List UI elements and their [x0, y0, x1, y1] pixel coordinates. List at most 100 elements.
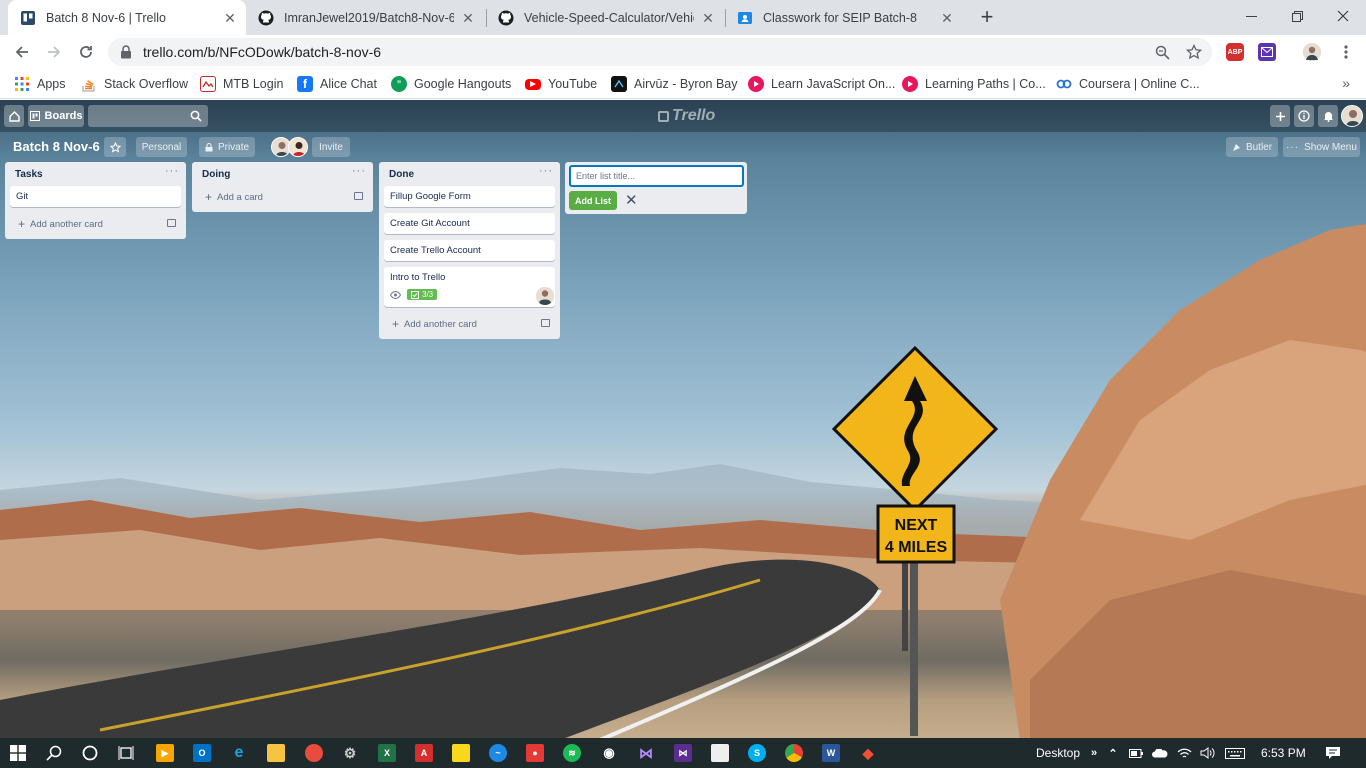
- action-center-icon[interactable]: [1324, 744, 1342, 762]
- settings-gear-icon[interactable]: ⚙: [341, 744, 359, 762]
- bookmarks-overflow-icon[interactable]: »: [1342, 75, 1350, 91]
- task-view-icon[interactable]: [117, 744, 135, 762]
- bookmark-google-hangouts[interactable]: ” Google Hangouts: [391, 75, 511, 93]
- messenger-icon[interactable]: ~: [489, 744, 507, 762]
- bookmark-youtube[interactable]: YouTube: [525, 75, 597, 93]
- list-title[interactable]: Tasks: [15, 169, 43, 180]
- document-icon[interactable]: [711, 744, 729, 762]
- team-visibility-button[interactable]: Personal: [136, 137, 187, 157]
- list-title[interactable]: Doing: [202, 169, 230, 180]
- outlook-icon[interactable]: O: [193, 744, 211, 762]
- card[interactable]: Create Trello Account: [384, 240, 555, 261]
- pdf-reader-icon[interactable]: A: [415, 744, 433, 762]
- zoom-icon[interactable]: [1153, 43, 1171, 61]
- back-button[interactable]: [10, 40, 34, 64]
- bookmark-star-icon[interactable]: [1185, 43, 1203, 61]
- bookmark-learn-javascript[interactable]: Learn JavaScript On...: [748, 75, 895, 93]
- chrome-icon[interactable]: [785, 744, 803, 762]
- forward-button[interactable]: [42, 40, 66, 64]
- visual-studio-running-icon[interactable]: ⋈: [674, 744, 692, 762]
- battery-icon[interactable]: [1127, 744, 1145, 762]
- skype-icon[interactable]: S: [748, 744, 766, 762]
- clock[interactable]: 6:53 PM: [1261, 746, 1306, 760]
- bookmark-airvuz[interactable]: Airvūz - Byron Bay: [611, 75, 738, 93]
- bookmark-coursera[interactable]: Coursera | Online C...: [1056, 75, 1200, 93]
- show-menu-button[interactable]: ··· Show Menu: [1283, 137, 1360, 157]
- chevron-up-icon[interactable]: ⌃: [1104, 744, 1122, 762]
- search-icon[interactable]: [45, 744, 63, 762]
- bookmark-apps[interactable]: Apps: [14, 75, 66, 93]
- add-card-button[interactable]: + Add another card: [379, 313, 560, 335]
- close-icon[interactable]: ✕: [460, 10, 476, 26]
- member-avatar[interactable]: [1341, 105, 1363, 127]
- reload-button[interactable]: [74, 40, 98, 64]
- adblock-plus-icon[interactable]: ABP: [1226, 43, 1244, 61]
- bookmark-learning-paths[interactable]: Learning Paths | Co...: [902, 75, 1046, 93]
- close-icon[interactable]: ✕: [222, 10, 238, 26]
- close-icon[interactable]: ✕: [625, 191, 638, 209]
- new-tab-button[interactable]: +: [976, 6, 998, 28]
- boards-button[interactable]: Boards: [28, 105, 84, 127]
- keyboard-icon[interactable]: [1224, 744, 1246, 762]
- card-template-icon[interactable]: [541, 319, 550, 327]
- privacy-button[interactable]: Private: [199, 137, 255, 157]
- notifications-button[interactable]: [1318, 105, 1338, 127]
- board-title[interactable]: Batch 8 Nov-6: [13, 139, 100, 154]
- list-menu-icon[interactable]: ···: [352, 165, 366, 177]
- extension-icon[interactable]: [1258, 43, 1276, 61]
- volume-icon[interactable]: [1198, 744, 1216, 762]
- visual-studio-icon[interactable]: ⋈: [637, 744, 655, 762]
- tab-classroom[interactable]: Classwork for SEIP Batch-8 ✕: [725, 0, 963, 35]
- file-explorer-icon[interactable]: [267, 744, 285, 762]
- internet-explorer-icon[interactable]: e: [230, 744, 248, 762]
- create-button[interactable]: [1270, 105, 1290, 127]
- close-icon[interactable]: ✕: [700, 10, 716, 26]
- add-card-button[interactable]: + Add a card: [192, 186, 373, 208]
- camera-icon[interactable]: ◉: [600, 744, 618, 762]
- list-title-input[interactable]: [569, 165, 744, 187]
- list-menu-icon[interactable]: ···: [165, 165, 179, 177]
- member-avatar[interactable]: [288, 137, 308, 157]
- card-member-avatar[interactable]: [536, 287, 554, 305]
- git-icon[interactable]: ◆: [859, 744, 877, 762]
- profile-avatar[interactable]: [1303, 43, 1321, 61]
- invite-button[interactable]: Invite: [312, 137, 350, 157]
- word-icon[interactable]: W: [822, 744, 840, 762]
- tab-github-vehicle[interactable]: Vehicle-Speed-Calculator/Vehicle ✕: [486, 0, 724, 35]
- wifi-icon[interactable]: [1175, 744, 1193, 762]
- address-bar[interactable]: trello.com/b/NFcODowk/batch-8-nov-6: [108, 38, 1212, 66]
- card[interactable]: Git: [10, 186, 181, 207]
- bookmark-mtb-login[interactable]: MTB Login: [200, 75, 283, 93]
- card-template-icon[interactable]: [354, 192, 363, 200]
- restore-button[interactable]: [1274, 0, 1320, 32]
- sticky-notes-icon[interactable]: [452, 744, 470, 762]
- windows-start-icon[interactable]: [9, 744, 27, 762]
- card-template-icon[interactable]: [167, 219, 176, 227]
- minimize-button[interactable]: [1228, 0, 1274, 32]
- trello-logo[interactable]: Trello: [658, 107, 715, 125]
- info-button[interactable]: [1294, 105, 1314, 127]
- recorder-icon[interactable]: ●: [526, 744, 544, 762]
- add-card-button[interactable]: + Add another card: [5, 213, 186, 235]
- tab-github-batch8[interactable]: ImranJewel2019/Batch8-Nov-6 ✕: [246, 0, 484, 35]
- list-title[interactable]: Done: [389, 169, 414, 180]
- onedrive-icon[interactable]: [1151, 744, 1169, 762]
- bookmark-stack-overflow[interactable]: Stack Overflow: [81, 75, 188, 93]
- spotify-icon[interactable]: ≋: [563, 744, 581, 762]
- search-input[interactable]: [88, 105, 208, 127]
- add-list-button[interactable]: Add List: [569, 191, 617, 210]
- chrome-menu-icon[interactable]: [1334, 40, 1358, 64]
- close-window-button[interactable]: [1320, 0, 1366, 32]
- bookmark-alice-chat[interactable]: f Alice Chat: [297, 75, 377, 93]
- card[interactable]: Fillup Google Form: [384, 186, 555, 207]
- cortana-icon[interactable]: [81, 744, 99, 762]
- list-menu-icon[interactable]: ···: [539, 165, 553, 177]
- card[interactable]: Create Git Account: [384, 213, 555, 234]
- card[interactable]: Intro to Trello 3/3: [384, 267, 555, 307]
- close-icon[interactable]: ✕: [939, 10, 955, 26]
- media-player-icon[interactable]: ▶: [156, 744, 174, 762]
- toolbar-overflow-icon[interactable]: »: [1085, 744, 1103, 762]
- home-button[interactable]: [4, 105, 24, 127]
- app-icon[interactable]: [305, 744, 323, 762]
- desktop-toolbar-label[interactable]: Desktop: [1036, 746, 1080, 760]
